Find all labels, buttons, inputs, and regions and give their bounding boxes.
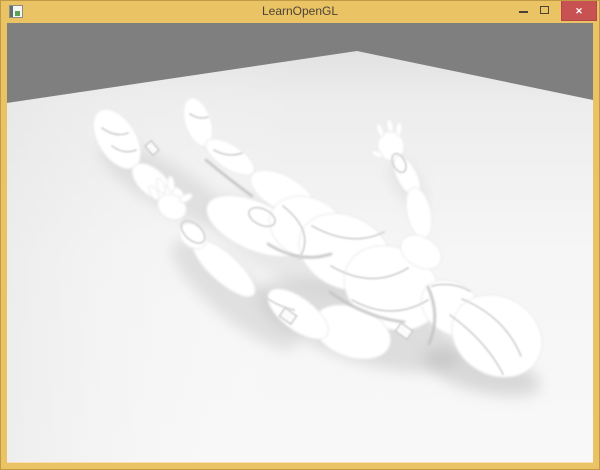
window-title: LearnOpenGL — [261, 4, 339, 18]
minimize-icon — [519, 11, 528, 13]
opengl-viewport[interactable] — [7, 23, 593, 462]
maximize-icon — [540, 6, 549, 14]
close-button[interactable]: ✕ — [561, 1, 597, 21]
minimize-button[interactable] — [513, 0, 534, 22]
ssao-scene — [7, 23, 593, 462]
titlebar[interactable]: LearnOpenGL ✕ — [0, 0, 600, 23]
window-controls: ✕ — [513, 0, 597, 23]
close-icon: ✕ — [575, 5, 583, 16]
app-window: LearnOpenGL ✕ — [0, 0, 600, 470]
maximize-button[interactable] — [534, 0, 555, 22]
